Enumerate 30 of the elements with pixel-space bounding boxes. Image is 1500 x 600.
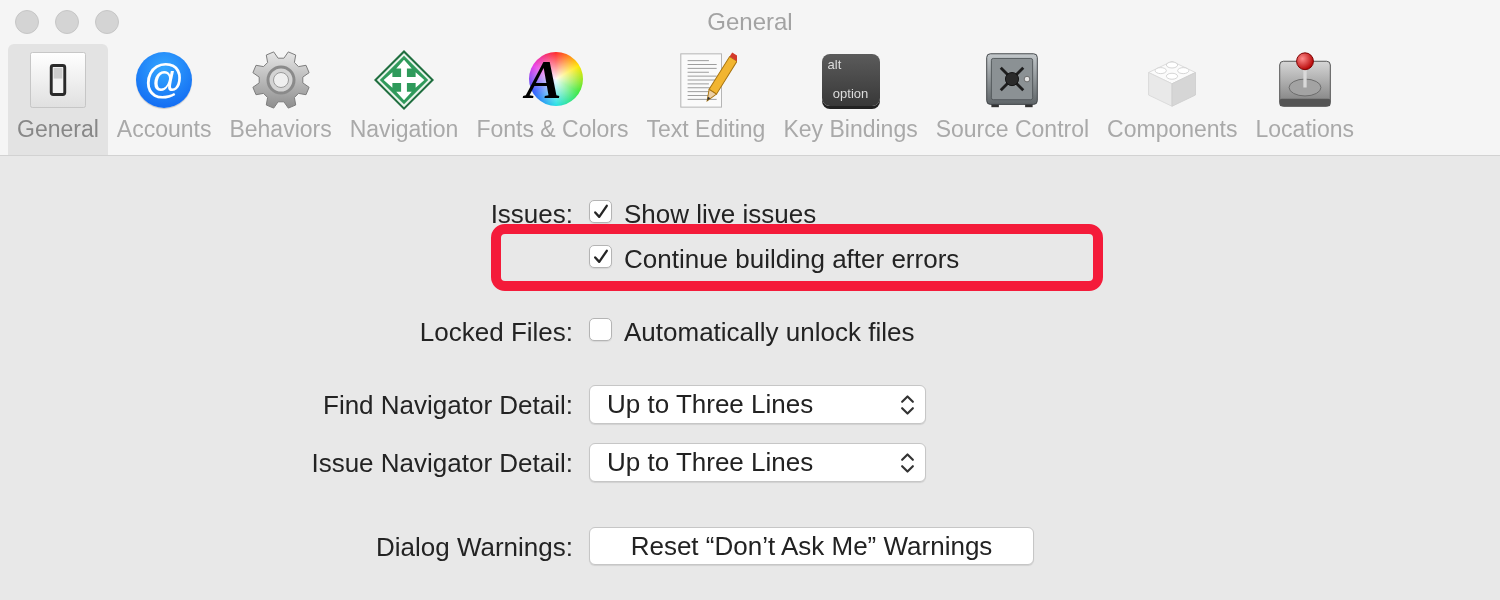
zoom-button[interactable]	[95, 10, 119, 34]
checkmark-icon	[592, 203, 609, 220]
toggle-switch-icon	[29, 52, 86, 108]
chevron-updown-icon	[900, 392, 915, 417]
setting-label: Find Navigator Detail:	[322, 389, 573, 422]
window-title: General	[707, 8, 793, 36]
checkbox-label[interactable]: Continue building after errors	[624, 245, 960, 273]
close-button[interactable]	[15, 10, 39, 34]
popup-button[interactable]: Up to Three Lines	[589, 443, 926, 482]
minimize-button[interactable]	[55, 10, 79, 34]
checkbox-label[interactable]: Automatically unlock files	[624, 318, 915, 346]
key-label: option	[832, 86, 869, 101]
checkbox[interactable]	[589, 245, 612, 268]
at-sign-icon: @	[136, 52, 193, 108]
checkbox[interactable]	[589, 200, 612, 223]
toolbar-tab[interactable]: alt option Key Bindings	[774, 44, 927, 155]
checkmark-icon	[592, 248, 609, 265]
setting-label: Dialog Warnings:	[375, 531, 573, 564]
checkbox-label[interactable]: Show live issues	[624, 200, 817, 228]
setting-label: Issue Navigator Detail:	[310, 447, 573, 480]
popup-button[interactable]: Up to Three Lines	[589, 385, 926, 424]
move-arrows-icon	[373, 49, 436, 111]
gear-icon	[251, 51, 310, 109]
chevron-updown-icon	[900, 450, 915, 475]
toolbar-tab[interactable]: A Fonts & Colors	[467, 44, 638, 155]
reset-warnings-button[interactable]: Reset “Don’t Ask Me” Warnings	[589, 527, 1034, 565]
key-label: alt	[827, 57, 842, 72]
setting-label: Issues:	[489, 198, 573, 231]
setting-label: Locked Files:	[418, 316, 573, 349]
checkbox[interactable]	[589, 318, 612, 341]
